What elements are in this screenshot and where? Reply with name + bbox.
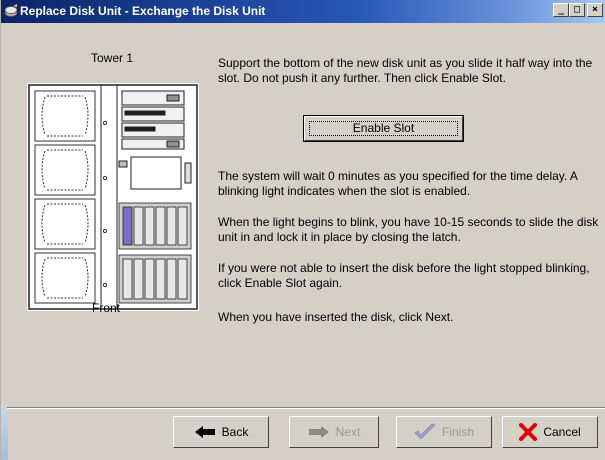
back-button[interactable]: Back [173,416,269,448]
disk-app-icon [4,4,18,17]
next-arrow-icon [308,426,329,438]
instruction-step1: Support the bottom of the new disk unit … [218,56,593,85]
instruction-blink: When the light begins to blink, you have… [218,215,599,244]
front-label: Front [92,301,121,315]
next-label: Next [335,425,361,439]
cancel-button[interactable]: Cancel [502,416,598,448]
finish-label: Finish [441,425,474,439]
finish-button[interactable]: Finish [396,416,492,448]
wizard-content: Tower 1 Front Support the bottom of the … [1,23,605,398]
cancel-label: Cancel [543,425,581,439]
window-title: Replace Disk Unit - Exchange the Disk Un… [20,4,266,18]
window-controls: _ □ × [553,3,603,17]
button-divider [7,407,605,409]
tower-label: Tower 1 [91,51,134,65]
back-label: Back [221,425,249,439]
title-bar[interactable]: Replace Disk Unit - Exchange the Disk Un… [1,0,605,23]
wizard-window: Replace Disk Unit - Exchange the Disk Un… [0,0,605,460]
instruction-retry: If you were not able to insert the disk … [218,261,590,290]
instruction-wait: The system will wait 0 minutes as you sp… [218,169,578,198]
instruction-next: When you have inserted the disk, click N… [218,310,454,324]
back-arrow-icon [194,426,215,438]
tower-front-diagram [27,83,199,311]
minimize-button[interactable]: _ [553,3,569,17]
next-button[interactable]: Next [289,416,379,448]
cancel-x-icon [519,423,538,441]
enable-slot-button[interactable]: Enable Slot [303,115,464,142]
close-button[interactable]: × [587,3,603,17]
background-strip [1,405,8,460]
finish-check-icon [414,423,436,440]
maximize-button[interactable]: □ [569,3,585,17]
focus-rectangle [309,121,458,136]
